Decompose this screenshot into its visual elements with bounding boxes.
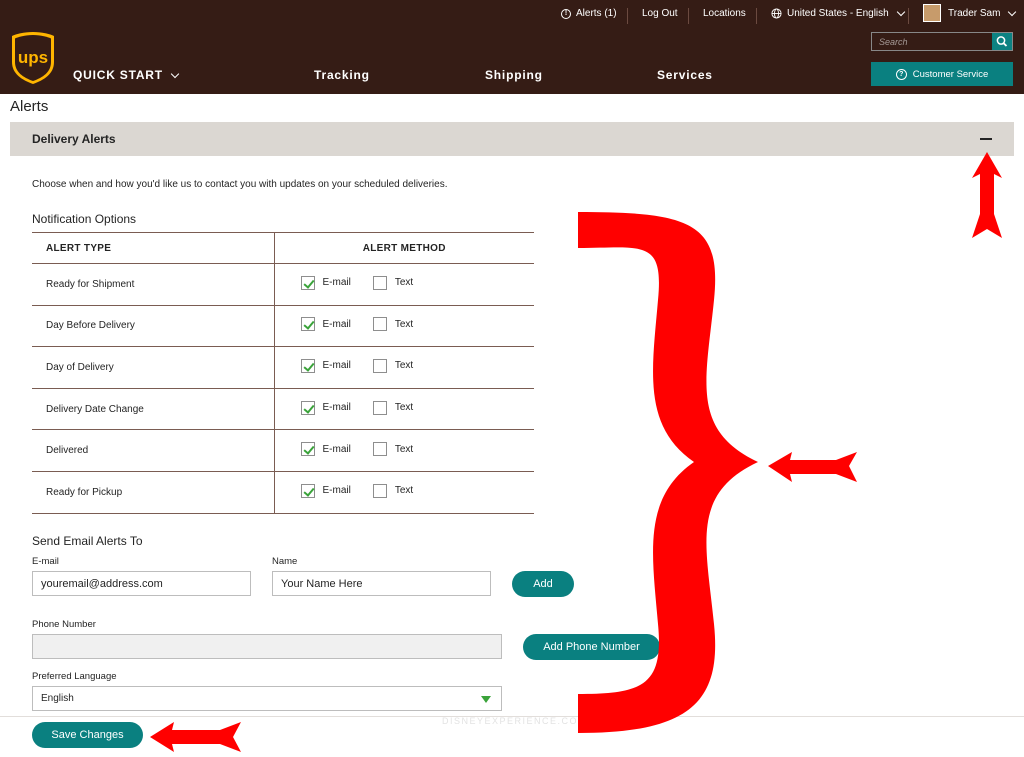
annotation-overlay bbox=[150, 152, 1002, 752]
annotation-curly-brace bbox=[578, 212, 758, 733]
annotation-arrow-left-save bbox=[150, 722, 241, 752]
annotation-arrow-up bbox=[972, 152, 1002, 238]
annotation-arrow-left-brace bbox=[768, 452, 857, 482]
